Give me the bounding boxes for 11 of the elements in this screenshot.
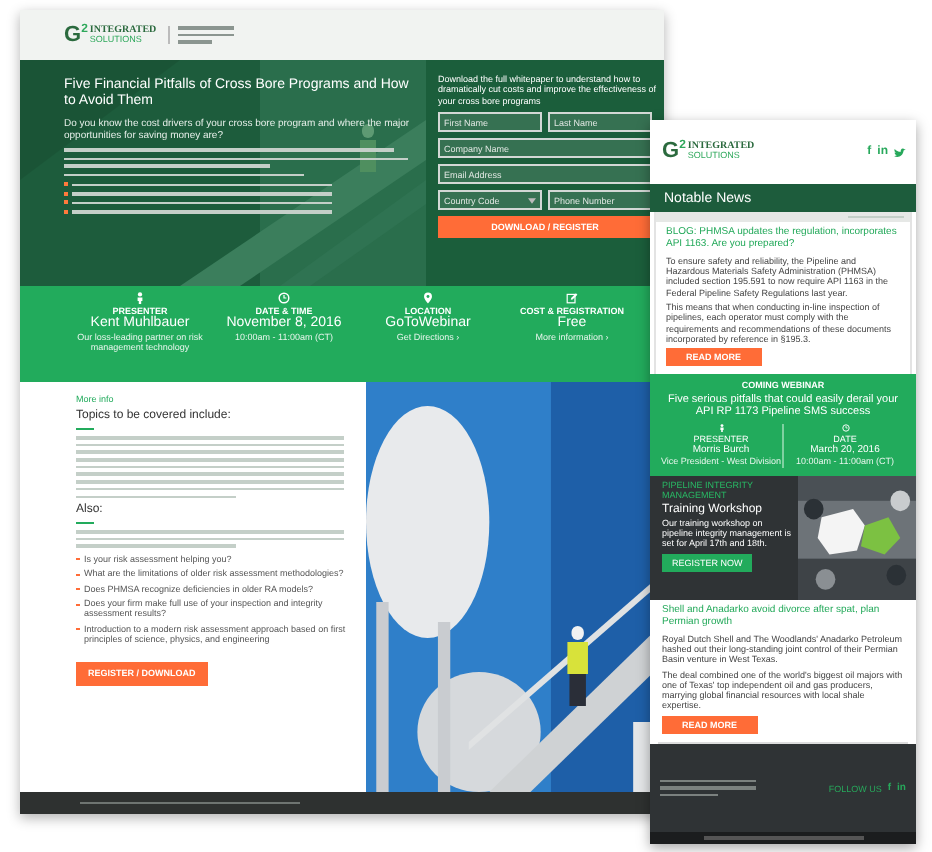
person-icon — [717, 424, 725, 433]
caret-icon — [528, 197, 536, 204]
clock-icon — [278, 292, 290, 304]
person-icon — [134, 292, 146, 304]
clock-icon — [841, 424, 849, 433]
bullet-mark — [76, 588, 80, 590]
logo-mark: G$^{2}$ — [662, 140, 686, 164]
bird-icon[interactable] — [894, 147, 906, 157]
edit-icon — [566, 292, 578, 304]
logo-mark: G$^{2}$ — [64, 23, 88, 47]
location-pin-icon — [422, 292, 434, 304]
